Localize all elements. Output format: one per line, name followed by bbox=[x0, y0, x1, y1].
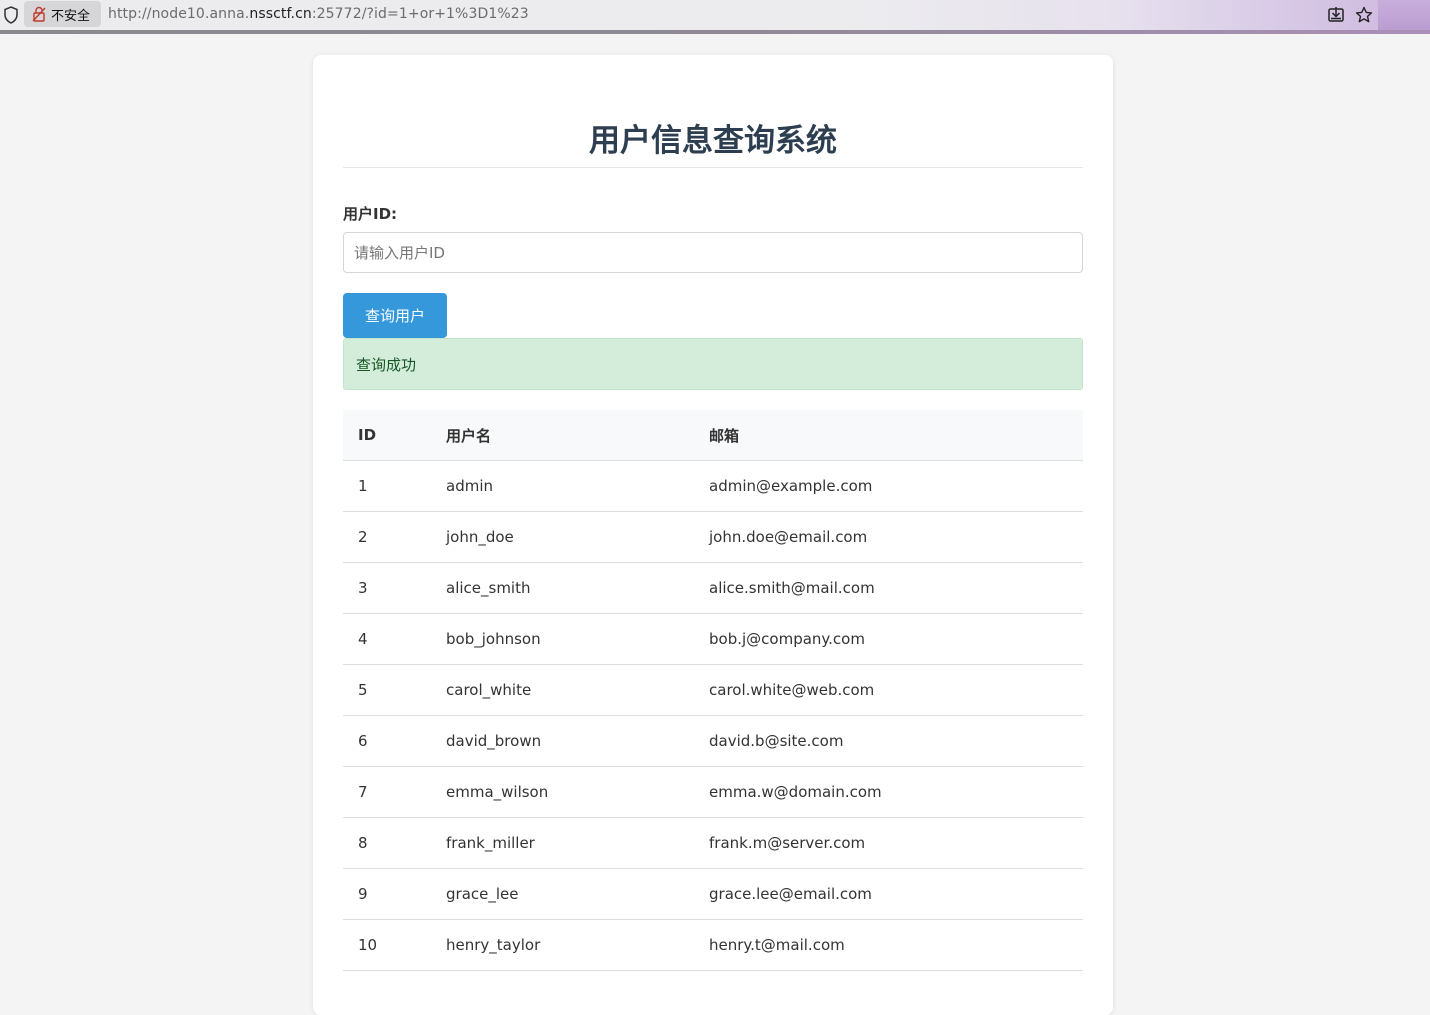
table-row: 1 admin admin@example.com bbox=[343, 460, 1083, 512]
cell-email: carol.white@web.com bbox=[694, 664, 1083, 716]
cell-email: admin@example.com bbox=[694, 460, 1083, 512]
cell-email: john.doe@email.com bbox=[694, 511, 1083, 563]
url-prefix: http://node10.anna. bbox=[108, 6, 250, 22]
bookmark-star-icon[interactable] bbox=[1355, 6, 1373, 24]
cell-email: emma.w@domain.com bbox=[694, 766, 1083, 818]
cell-username: david_brown bbox=[431, 715, 694, 767]
cell-username: henry_taylor bbox=[431, 919, 694, 971]
address-bar-border bbox=[0, 30, 1430, 34]
cell-id: 9 bbox=[343, 868, 431, 920]
cell-id: 3 bbox=[343, 562, 431, 614]
cell-username: alice_smith bbox=[431, 562, 694, 614]
table-row: 8 frank_miller frank.m@server.com bbox=[343, 817, 1083, 869]
header-id: ID bbox=[343, 410, 431, 461]
security-indicator[interactable]: 不安全 bbox=[24, 1, 101, 27]
cell-email: bob.j@company.com bbox=[694, 613, 1083, 665]
table-row: 6 david_brown david.b@site.com bbox=[343, 715, 1083, 767]
cell-username: grace_lee bbox=[431, 868, 694, 920]
cell-id: 6 bbox=[343, 715, 431, 767]
user-id-label: 用户ID: bbox=[343, 205, 398, 223]
table-row: 10 henry_taylor henry.t@mail.com bbox=[343, 919, 1083, 971]
table-row: 2 john_doe john.doe@email.com bbox=[343, 511, 1083, 563]
url-host: nssctf.cn bbox=[249, 6, 312, 22]
query-user-button[interactable]: 查询用户 bbox=[343, 293, 447, 338]
success-message: 查询成功 bbox=[343, 338, 1083, 390]
download-icon[interactable] bbox=[1327, 6, 1345, 24]
cell-username: bob_johnson bbox=[431, 613, 694, 665]
cell-username: john_doe bbox=[431, 511, 694, 563]
cell-id: 1 bbox=[343, 460, 431, 512]
url-suffix: :25772/?id=1+or+1%3D1%23 bbox=[311, 6, 529, 22]
window-edge bbox=[1378, 0, 1430, 34]
cell-username: carol_white bbox=[431, 664, 694, 716]
cell-email: grace.lee@email.com bbox=[694, 868, 1083, 920]
table-row: 9 grace_lee grace.lee@email.com bbox=[343, 868, 1083, 920]
cell-id: 7 bbox=[343, 766, 431, 818]
page-title: 用户信息查询系统 bbox=[589, 123, 837, 159]
header-username: 用户名 bbox=[431, 410, 694, 461]
table-header-row: ID 用户名 邮箱 bbox=[343, 410, 1083, 461]
cell-id: 2 bbox=[343, 511, 431, 563]
table-row: 7 emma_wilson emma.w@domain.com bbox=[343, 766, 1083, 818]
cell-username: frank_miller bbox=[431, 817, 694, 869]
table-row: 3 alice_smith alice.smith@mail.com bbox=[343, 562, 1083, 614]
cell-id: 10 bbox=[343, 919, 431, 971]
cell-username: emma_wilson bbox=[431, 766, 694, 818]
cell-email: henry.t@mail.com bbox=[694, 919, 1083, 971]
cell-email: david.b@site.com bbox=[694, 715, 1083, 767]
title-divider bbox=[343, 167, 1083, 168]
table-row: 5 carol_white carol.white@web.com bbox=[343, 664, 1083, 716]
url-text[interactable]: http://node10.anna.nssctf.cn:25772/?id=1… bbox=[108, 6, 529, 22]
user-id-input[interactable] bbox=[343, 232, 1083, 273]
header-email: 邮箱 bbox=[694, 410, 1083, 461]
cell-username: admin bbox=[431, 460, 694, 512]
table-row: 4 bob_johnson bob.j@company.com bbox=[343, 613, 1083, 665]
query-card: 用户信息查询系统 用户ID: 查询用户 查询成功 ID 用户名 邮箱 1 adm… bbox=[313, 55, 1113, 1015]
user-table: ID 用户名 邮箱 1 admin admin@example.com 2 jo… bbox=[343, 410, 1083, 971]
cell-email: alice.smith@mail.com bbox=[694, 562, 1083, 614]
insecure-lock-icon bbox=[32, 6, 46, 22]
cell-email: frank.m@server.com bbox=[694, 817, 1083, 869]
cell-id: 5 bbox=[343, 664, 431, 716]
browser-address-bar: 不安全 http://node10.anna.nssctf.cn:25772/?… bbox=[0, 0, 1430, 30]
security-label: 不安全 bbox=[51, 8, 91, 24]
shield-icon[interactable] bbox=[3, 6, 19, 24]
cell-id: 4 bbox=[343, 613, 431, 665]
cell-id: 8 bbox=[343, 817, 431, 869]
